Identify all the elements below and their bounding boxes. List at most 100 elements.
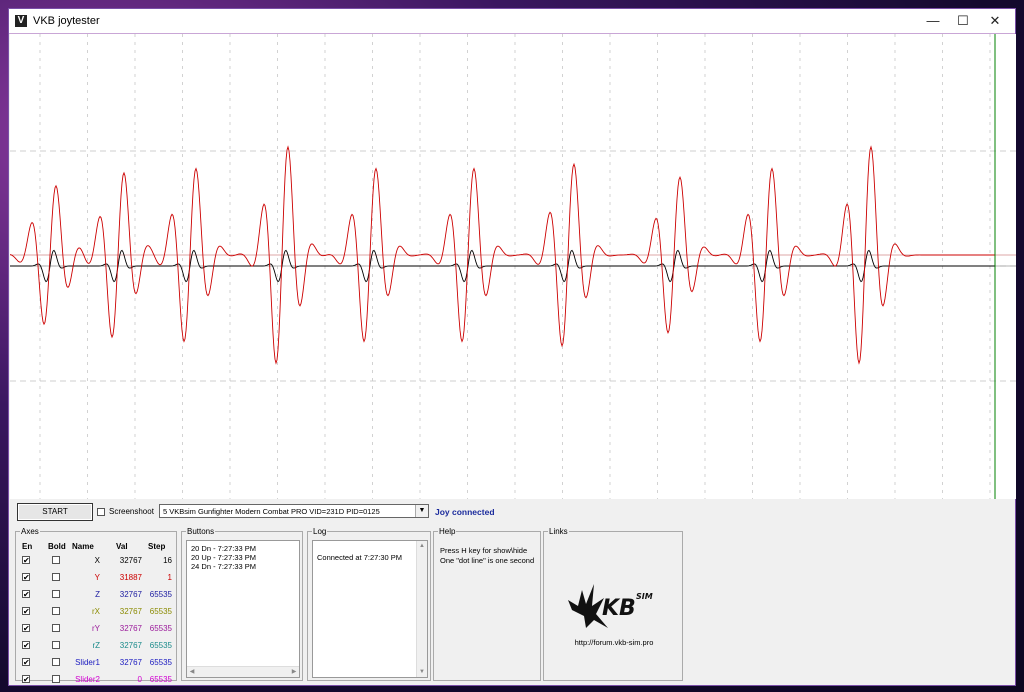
col-header-step: Step [148,542,166,551]
axis-value: 32767 [119,556,142,565]
axis-row-ry: ✔ rY 32767 65535 [16,620,178,636]
axis-step: 1 [167,573,172,582]
axis-step: 65535 [149,607,172,616]
axes-group-label: Axes [20,527,40,536]
axis-row-rz: ✔ rZ 32767 65535 [16,637,178,653]
connection-status: Joy connected [435,507,495,517]
vkbsim-logo[interactable]: KB SIM [564,576,674,632]
close-button[interactable]: ✕ [979,9,1011,33]
axis-name: rX [92,607,100,616]
screenshoot-option[interactable]: Screenshoot [97,507,154,516]
col-header-val: Val [116,542,128,551]
axis-step: 65535 [149,590,172,599]
axis-bold-checkbox[interactable] [52,607,60,615]
axis-row-x: ✔ X 32767 16 [16,552,178,568]
axis-row-slider1: ✔ Slider1 32767 65535 [16,654,178,670]
axis-bold-checkbox[interactable] [52,675,60,683]
title-bar[interactable]: V VKB joytester — ☐ ✕ [9,9,1015,34]
axis-step: 65535 [149,675,172,684]
col-header-bold: Bold [48,542,66,551]
axis-name: Slider1 [75,658,100,667]
signal-plot [9,34,1016,499]
axis-value: 32767 [119,624,142,633]
axis-name: rY [92,624,100,633]
scroll-right-icon[interactable]: ▶ [289,668,299,675]
axis-enable-checkbox[interactable]: ✔ [22,658,30,667]
maximize-button[interactable]: ☐ [947,9,979,33]
axis-name: Y [94,573,100,582]
axis-enable-checkbox[interactable]: ✔ [22,641,30,650]
scroll-up-icon[interactable]: ▲ [417,543,427,549]
control-panel: START Screenshoot 5 VKBsim Gunfighter Mo… [9,499,1015,685]
axis-step: 16 [163,556,172,565]
minimize-button[interactable]: — [917,9,949,33]
axis-row-slider2: ✔ Slider2 0 65535 [16,671,178,687]
links-group: Links KB SIM http://forum.vkb-sim.pro [543,527,684,681]
axis-row-z: ✔ Z 32767 65535 [16,586,178,602]
help-line-hotkey: Press H key for show\hide [440,546,528,555]
help-group-label: Help [438,527,457,536]
log-textbox[interactable]: Connected at 7:27:30 PM ▲ ▼ [312,540,428,678]
device-select-value: 5 VKBsim Gunfighter Modern Combat PRO VI… [163,507,380,516]
screenshoot-checkbox[interactable] [97,507,105,516]
axis-bold-checkbox[interactable] [52,624,60,632]
help-text: Press H key for show\hide One "dot line"… [440,546,534,566]
scroll-left-icon[interactable]: ◀ [187,668,197,675]
axis-enable-checkbox[interactable]: ✔ [22,624,30,633]
chevron-down-icon[interactable]: ▼ [415,505,428,517]
signal-plot-canvas [9,34,1016,499]
axis-enable-checkbox[interactable]: ✔ [22,556,30,565]
forum-link[interactable]: http://forum.vkb-sim.pro [544,638,684,647]
axis-row-y: ✔ Y 31887 1 [16,569,178,585]
screenshoot-label: Screenshoot [109,507,154,516]
axis-bold-checkbox[interactable] [52,556,60,564]
axis-enable-checkbox[interactable]: ✔ [22,573,30,582]
help-group: Help Press H key for show\hide One "dot … [433,527,541,681]
axis-bold-checkbox[interactable] [52,590,60,598]
axis-step: 65535 [149,624,172,633]
list-item[interactable]: 20 Up - 7:27:33 PM [187,553,299,562]
log-entry: Connected at 7:27:30 PM [317,553,403,562]
log-group: Log Connected at 7:27:30 PM ▲ ▼ [307,527,431,681]
axis-value: 32767 [119,641,142,650]
list-item[interactable]: 20 Dn - 7:27:33 PM [187,544,299,553]
axis-name: rZ [92,641,100,650]
axis-bold-checkbox[interactable] [52,658,60,666]
axis-name: X [94,556,100,565]
axis-name: Z [95,590,100,599]
start-button[interactable]: START [17,503,93,521]
axis-step: 65535 [149,641,172,650]
logo-wordmark: KB [602,596,636,621]
buttons-listbox[interactable]: 20 Dn - 7:27:33 PM 20 Up - 7:27:33 PM 24… [186,540,300,678]
axis-enable-checkbox[interactable]: ✔ [22,675,30,684]
device-select[interactable]: 5 VKBsim Gunfighter Modern Combat PRO VI… [159,504,429,518]
col-header-en: En [22,542,33,551]
axis-row-rx: ✔ rX 32767 65535 [16,603,178,619]
help-line-dotline: One "dot line" is one second [440,556,535,565]
col-header-name: Name [72,542,94,551]
links-group-label: Links [548,527,569,536]
window-title: VKB joytester [33,15,100,27]
axis-value: 0 [137,675,142,684]
axis-value: 32767 [119,590,142,599]
app-logo-icon: V [15,15,27,27]
axis-value: 32767 [119,658,142,667]
list-item[interactable]: 24 Dn - 7:27:33 PM [187,562,299,571]
logo-superscript: SIM [636,592,653,601]
axis-bold-checkbox[interactable] [52,573,60,581]
vertical-scrollbar[interactable]: ▲ ▼ [416,541,427,677]
axis-name: Slider2 [75,675,100,684]
axis-step: 65535 [149,658,172,667]
axis-enable-checkbox[interactable]: ✔ [22,590,30,599]
axes-group: Axes En Bold Name Val Step ✔ X 32767 16 ✔ Y 31… [15,527,178,684]
buttons-group-label: Buttons [186,527,216,536]
log-group-label: Log [312,527,328,536]
horizontal-scrollbar[interactable]: ◀ ▶ [187,666,299,677]
scroll-down-icon[interactable]: ▼ [417,669,427,675]
axis-bold-checkbox[interactable] [52,641,60,649]
axis-enable-checkbox[interactable]: ✔ [22,607,30,616]
axis-value: 32767 [119,607,142,616]
buttons-group: Buttons 20 Dn - 7:27:33 PM 20 Up - 7:27:… [181,527,303,681]
axis-value: 31887 [119,573,142,582]
app-window: V VKB joytester — ☐ ✕ START Screenshoot … [8,8,1016,686]
